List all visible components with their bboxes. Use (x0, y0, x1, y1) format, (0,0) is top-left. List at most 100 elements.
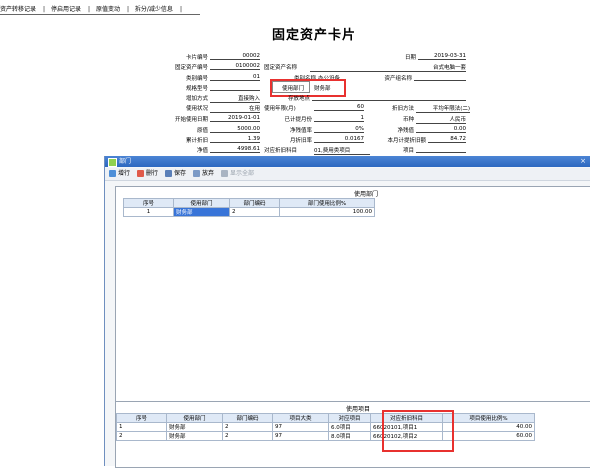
cell-ratio[interactable]: 40.00 (442, 422, 535, 432)
dept-grid-title: 使用部门 (353, 191, 378, 198)
col-header[interactable]: 使用部门 (173, 198, 230, 208)
cell-dept[interactable]: 财务部 (173, 207, 230, 217)
cancel-label: 放弃 (202, 170, 215, 177)
col-header[interactable]: 序号 (116, 413, 167, 423)
cell-code[interactable]: 2 (229, 207, 280, 217)
show-all-icon (221, 170, 228, 177)
location-value (312, 94, 466, 101)
tab-separator: | (179, 6, 182, 13)
salvage-rate-label: 净残值率 (289, 128, 312, 134)
add-row-button[interactable]: 增行 (109, 168, 130, 180)
show-all-button[interactable]: 显示全部 (221, 168, 254, 180)
start-date-value: 2019-01-01 (210, 115, 260, 122)
add-row-label: 增行 (118, 170, 131, 177)
close-icon[interactable]: × (580, 156, 586, 167)
subject-label: 对应折旧科目 (264, 148, 298, 154)
table-row[interactable]: 2 财务部 2 97 8.0项目 66020102,项目2 60.00 (116, 431, 535, 441)
dept-table-header: 序号 使用部门 部门编码 部门使用比例% (123, 198, 375, 208)
col-header[interactable]: 对应项目 (328, 413, 371, 423)
dialog-app-icon (108, 158, 117, 167)
asset-group-label: 资产组名称 (384, 76, 412, 82)
cell-code[interactable]: 2 (222, 431, 273, 441)
tab-split-reduce[interactable]: 拆分/减少信息 (135, 6, 173, 13)
monthly-amt-label: 本月计提折旧额 (387, 138, 426, 144)
currency-value: 人民币 (416, 115, 466, 124)
col-header[interactable]: 使用部门 (166, 413, 223, 423)
currency-label: 币种 (402, 117, 414, 123)
save-button[interactable]: 保存 (165, 168, 186, 180)
cancel-button[interactable]: 放弃 (193, 168, 214, 180)
asset-card: 固定资产卡片 卡片编号 00002 日期 2019-03-31 固定资产编号 0… (150, 20, 480, 156)
tab-transfer-record[interactable]: 资产转移记录 (0, 6, 36, 13)
dep-method-label: 折旧方法 (391, 106, 414, 112)
cell-seq[interactable]: 2 (116, 431, 167, 441)
spec-value (210, 84, 260, 91)
life-value: 60 (314, 104, 364, 111)
project-label: 项目 (402, 148, 414, 154)
months-label: 已计提月份 (284, 117, 312, 123)
tab-stop-start-record[interactable]: 停启用记录 (51, 6, 81, 13)
accum-label: 累计折旧 (185, 138, 208, 144)
salvage-label: 净残值 (397, 128, 414, 134)
net-value: 4998.61 (210, 146, 260, 153)
cell-seq[interactable]: 1 (123, 207, 174, 217)
subject-column-highlight (382, 410, 454, 452)
cell-class[interactable]: 97 (272, 431, 329, 441)
monthly-rate-value: 0.0167 (314, 136, 364, 143)
dept-field-box[interactable] (272, 81, 310, 93)
accum-value: 1.39 (210, 136, 260, 143)
table-row[interactable]: 1 财务部 2 100.00 (123, 207, 375, 217)
tab-separator: | (87, 6, 91, 13)
col-header[interactable]: 项目使用比例% (442, 413, 535, 423)
status-value: 在用 (210, 104, 260, 113)
salvage-value: 0.00 (416, 126, 466, 133)
tab-separator: | (43, 6, 46, 13)
asset-code-label: 固定资产编号 (174, 65, 208, 71)
save-icon (165, 170, 172, 177)
col-header[interactable]: 项目大类 (272, 413, 329, 423)
card-title: 固定资产卡片 (272, 28, 357, 43)
category-code-label: 类别编号 (185, 76, 208, 82)
date-value: 2019-03-31 (418, 53, 466, 60)
cell-ratio[interactable]: 60.00 (442, 431, 535, 441)
col-header[interactable]: 部门编码 (229, 198, 280, 208)
card-no-value: 00002 (210, 53, 260, 60)
cell-project[interactable]: 6.0项目 (328, 422, 371, 432)
col-header[interactable]: 部门编码 (222, 413, 273, 423)
category-code-value: 01 (210, 74, 260, 81)
monthly-rate-label: 月折旧率 (289, 138, 312, 144)
card-no-label: 卡片编号 (185, 55, 208, 61)
cell-class[interactable]: 97 (272, 422, 329, 432)
asset-name-label: 固定资产名称 (264, 65, 298, 71)
project-grid-title: 使用项目 (345, 406, 370, 413)
delete-row-label: 删行 (146, 170, 159, 177)
cell-ratio[interactable]: 100.00 (279, 207, 375, 217)
col-header[interactable]: 序号 (123, 198, 174, 208)
delete-row-button[interactable]: 删行 (137, 168, 158, 180)
record-tabs: 资产转移记录 | 停启用记录 | 原值变动 | 拆分/减少信息 | (0, 4, 186, 13)
status-label: 使用状况 (185, 106, 208, 112)
tab-value-change[interactable]: 原值变动 (96, 6, 120, 13)
col-header[interactable]: 部门使用比例% (279, 198, 375, 208)
spec-label: 规格型号 (185, 86, 208, 92)
location-label: 存放地点 (287, 96, 310, 102)
cell-seq[interactable]: 1 (116, 422, 167, 432)
life-label: 使用年限(月) (264, 106, 296, 112)
table-row[interactable]: 1 财务部 2 97 6.0项目 66020101,项目1 40.00 (116, 422, 535, 432)
subject-value: 01,费用类项目 (314, 146, 370, 155)
cell-dept[interactable]: 财务部 (166, 431, 223, 441)
project-table: 序号 使用部门 部门编码 项目大类 对应项目 对应折旧科目 项目使用比例% 1 … (116, 413, 535, 441)
dep-method-value: 平均年限法(二) (416, 104, 470, 113)
monthly-amt-value: 84.72 (428, 136, 466, 143)
orig-value: 5000.00 (210, 126, 260, 133)
salvage-rate-value: 0% (314, 126, 364, 133)
net-label: 净值 (196, 148, 208, 154)
dialog-title: 部门 (119, 158, 132, 165)
delete-row-icon (137, 170, 144, 177)
cell-project[interactable]: 8.0项目 (328, 431, 371, 441)
cell-dept[interactable]: 财务部 (166, 422, 223, 432)
project-grid-panel: 使用项目 序号 使用部门 部门编码 项目大类 对应项目 对应折旧科目 项目使用比… (115, 401, 590, 468)
asset-name-value: 台式电脑一套 (310, 63, 466, 72)
dept-grid-panel: 使用部门 序号 使用部门 部门编码 部门使用比例% 1 财务部 2 100.00 (115, 186, 590, 428)
cell-code[interactable]: 2 (222, 422, 273, 432)
